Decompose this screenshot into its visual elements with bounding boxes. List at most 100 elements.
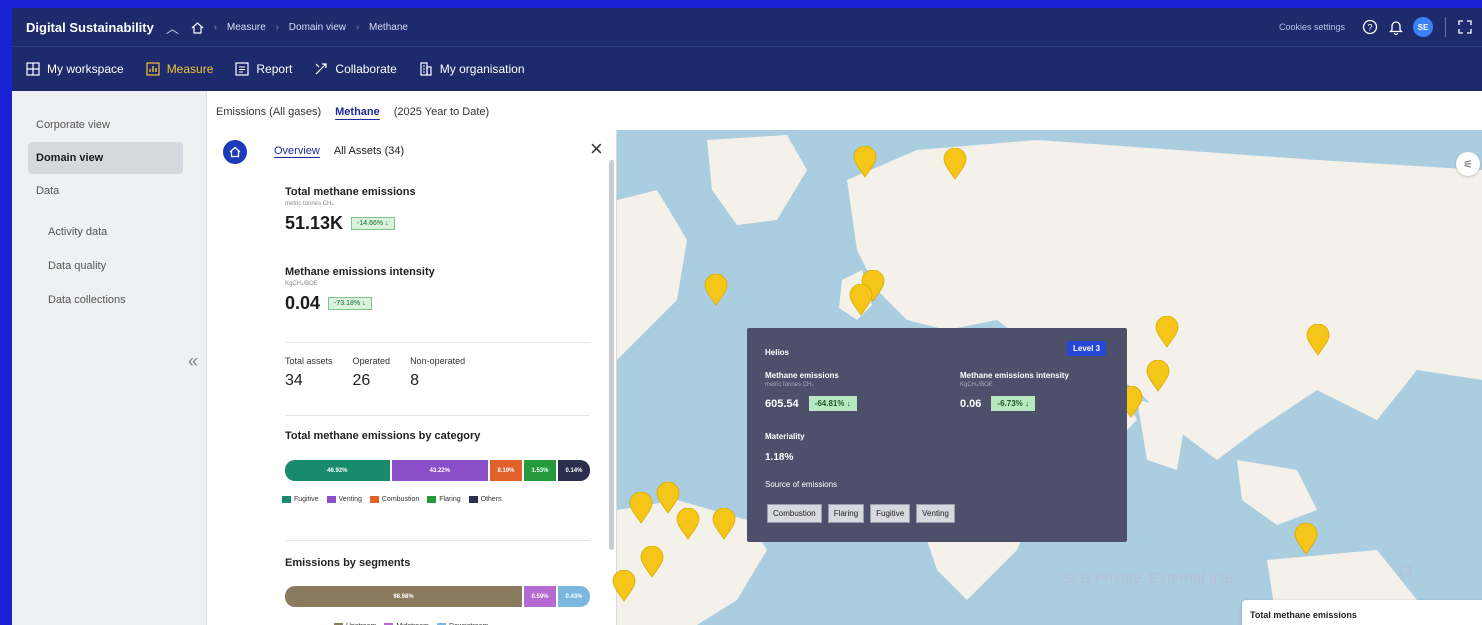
tooltip-unit: metric tonnes CH₄ <box>765 382 814 388</box>
sidebar-item-corporate-view[interactable]: Corporate view <box>28 109 183 141</box>
breadcrumb-methane: Methane <box>369 21 408 33</box>
sidebar-item-activity-data[interactable]: Activity data <box>40 216 195 248</box>
intensity-metric: Methane emissions intensity KgCH₄/BOE 0.… <box>285 266 435 314</box>
map-pin-icon[interactable] <box>1146 359 1170 392</box>
sidebar-item-data[interactable]: Data <box>28 175 183 207</box>
sidebar-item-data-collections[interactable]: Data collections <box>40 284 195 316</box>
nav-label: Measure <box>166 62 214 76</box>
home-icon[interactable] <box>223 140 247 164</box>
nav-collaborate[interactable]: Collaborate <box>314 62 397 76</box>
legend-label: Combustion <box>381 496 420 503</box>
legend-swatch <box>282 496 291 503</box>
view-tabs: Emissions (All gases) Methane (2025 Year… <box>216 106 503 118</box>
help-icon[interactable]: ? <box>1361 18 1379 36</box>
legend-swatch <box>326 496 336 503</box>
overview-panel: Overview All Assets (34) × Total methane… <box>212 130 617 625</box>
legend-swatch <box>369 496 379 503</box>
bar-segment[interactable]: 0.14% <box>557 460 590 481</box>
home-icon[interactable] <box>191 21 204 34</box>
breadcrumb-measure[interactable]: Measure <box>227 22 266 33</box>
grid-icon <box>26 62 40 76</box>
avatar[interactable]: SE <box>1413 17 1433 37</box>
nav-my-organisation[interactable]: My organisation <box>419 62 525 76</box>
sidebar-item-data-quality[interactable]: Data quality <box>40 250 195 282</box>
bar-segment[interactable]: 0.43% <box>558 586 590 607</box>
tab-methane[interactable]: Methane <box>335 106 380 118</box>
collapse-sidebar-icon[interactable]: « <box>188 351 198 372</box>
breadcrumb-separator: › <box>356 22 360 32</box>
materiality-label: Materiality <box>765 432 805 441</box>
filter-icon[interactable]: ⚟ <box>1456 152 1480 176</box>
period-label: (2025 Year to Date) <box>393 106 490 118</box>
chevron-up-icon[interactable]: ︿ <box>166 18 179 37</box>
map-pin-icon[interactable] <box>1155 315 1179 348</box>
nav-label: My workspace <box>47 62 124 76</box>
tab-overview[interactable]: Overview <box>274 145 320 157</box>
count-label: Non-operated <box>410 356 466 366</box>
bar-segment[interactable]: 0.59% <box>524 586 556 607</box>
legend-label: Flaring <box>439 496 461 503</box>
metric-value: 0.04 <box>285 293 321 313</box>
materiality-value: 1.18% <box>765 452 794 463</box>
building-icon <box>420 62 432 76</box>
top-bar-actions: Cookies settings ? SE <box>1279 8 1482 46</box>
close-icon[interactable]: × <box>590 138 603 160</box>
total-emissions-metric: Total methane emissions metric tonnes CH… <box>285 186 416 234</box>
legend-swatch <box>468 496 478 503</box>
map-pin-icon[interactable] <box>640 545 664 578</box>
panel-tabs: Overview All Assets (34) <box>274 145 404 157</box>
map-pin-icon[interactable] <box>1306 323 1330 356</box>
map-pin-icon[interactable] <box>704 273 728 306</box>
source-chip: Combustion <box>767 504 822 523</box>
legend-item: Others <box>468 496 502 503</box>
tooltip-unit: KgCH₄/BOE <box>960 382 993 388</box>
source-chips: Combustion Flaring Fugitive Venting <box>767 504 961 523</box>
legend-item: Combustion <box>369 496 420 503</box>
tab-all-assets[interactable]: All Assets (34) <box>334 145 404 157</box>
metric-unit: metric tonnes CH₄ <box>285 201 334 207</box>
delta-badge: -6.73% ↓ <box>991 396 1035 411</box>
bar-segment[interactable]: 98.98% <box>285 586 522 607</box>
count-label: Operated <box>352 356 391 366</box>
bell-icon[interactable] <box>1387 18 1405 36</box>
bar-segment[interactable]: 46.92% <box>285 460 390 481</box>
metric-value: 51.13K <box>285 213 344 233</box>
nav-measure[interactable]: Measure <box>146 62 214 76</box>
map-pin-icon[interactable] <box>849 283 873 316</box>
map-pin-icon[interactable] <box>676 507 700 540</box>
mini-card-title: Total methane emissions <box>1250 610 1357 620</box>
sidebar: Corporate view Domain view Data Activity… <box>12 91 207 625</box>
nav-report[interactable]: Report <box>235 62 292 76</box>
delta-badge: -73.18% ↓ <box>328 297 372 310</box>
legend-swatch <box>427 496 437 503</box>
share-icon <box>315 63 328 75</box>
map-pin-icon[interactable] <box>612 569 636 602</box>
tooltip-label: Methane emissions <box>765 371 839 380</box>
map-pin-icon[interactable] <box>943 147 967 180</box>
bar-segment[interactable]: 43.22% <box>391 460 488 481</box>
breadcrumb-domain-view[interactable]: Domain view <box>289 22 346 33</box>
svg-text:?: ? <box>1367 23 1372 33</box>
map-pin-icon[interactable] <box>853 145 877 178</box>
divider <box>285 415 590 416</box>
panel-scrollbar[interactable] <box>609 160 614 550</box>
nav-label: My organisation <box>439 62 525 76</box>
bar-segment[interactable]: 8.19% <box>489 460 522 481</box>
metric-unit: KgCH₄/BOE <box>285 281 318 287</box>
bar-segment[interactable]: 1.53% <box>523 460 556 481</box>
map-pin-icon[interactable] <box>712 507 736 540</box>
segment-chart-title: Emissions by segments <box>285 557 411 569</box>
nav-my-workspace[interactable]: My workspace <box>26 62 124 76</box>
map-summary-card[interactable]: Total methane emissions <box>1242 600 1482 625</box>
page-number: 13 <box>1396 563 1413 580</box>
level-badge: Level 3 <box>1067 341 1107 356</box>
fullscreen-icon[interactable] <box>1456 18 1474 36</box>
tab-all-gases[interactable]: Emissions (All gases) <box>216 106 321 118</box>
delta-badge: -14.66% ↓ <box>351 217 395 230</box>
map-pin-icon[interactable] <box>629 491 653 524</box>
app-title[interactable]: Digital Sustainability <box>26 20 154 35</box>
map-pin-icon[interactable] <box>1294 522 1318 555</box>
cookies-settings-link[interactable]: Cookies settings <box>1279 22 1345 32</box>
category-stacked-bar: 46.92% 43.22% 8.19% 1.53% 0.14% <box>285 460 590 481</box>
sidebar-item-domain-view[interactable]: Domain view <box>28 142 183 174</box>
